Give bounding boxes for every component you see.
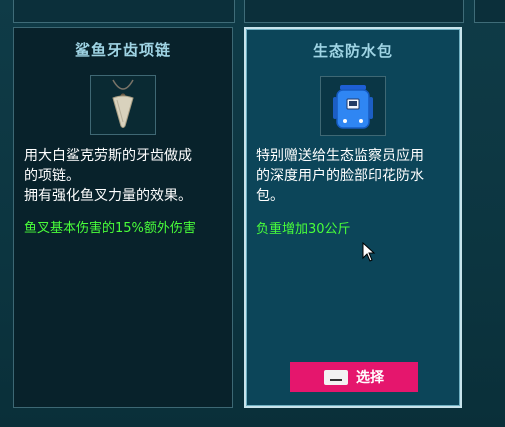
item-selection-screen: 鲨鱼牙齿项链 用大白鲨克劳斯的牙齿做成 的项链。 拥有强化鱼叉力量的效果。 鱼叉… <box>0 0 505 427</box>
select-button[interactable]: 选择 <box>290 362 418 392</box>
spacebar-key-icon <box>324 369 348 385</box>
item-effect: 鱼叉基本伤害的15%额外伤害 <box>24 221 196 236</box>
item-title: 生态防水包 <box>312 42 393 60</box>
waterproof-backpack-icon <box>333 85 373 129</box>
select-button-label: 选择 <box>356 370 384 386</box>
mouse-cursor-icon <box>362 242 376 262</box>
item-card-partial[interactable] <box>13 0 235 23</box>
item-effect: 负重增加30公斤 <box>256 222 351 237</box>
item-thumbnail <box>90 75 156 135</box>
item-description: 用大白鲨克劳斯的牙齿做成 的项链。 拥有强化鱼叉力量的效果。 <box>24 148 192 204</box>
item-title: 鲨鱼牙齿项链 <box>74 41 171 59</box>
item-card-shark-tooth-necklace[interactable]: 鲨鱼牙齿项链 用大白鲨克劳斯的牙齿做成 的项链。 拥有强化鱼叉力量的效果。 鱼叉… <box>13 27 233 408</box>
item-card-waterproof-backpack[interactable]: 生态防水包 特别赠送给生态监察员应用 的深度用户的脸部印花防水 包。 负重增加3… <box>244 27 462 408</box>
item-thumbnail <box>320 76 386 136</box>
shark-tooth-necklace-icon <box>112 79 134 128</box>
item-card-partial[interactable] <box>474 0 505 23</box>
item-description: 特别赠送给生态监察员应用 的深度用户的脸部印花防水 包。 <box>256 148 424 204</box>
item-card-partial[interactable] <box>244 0 464 23</box>
